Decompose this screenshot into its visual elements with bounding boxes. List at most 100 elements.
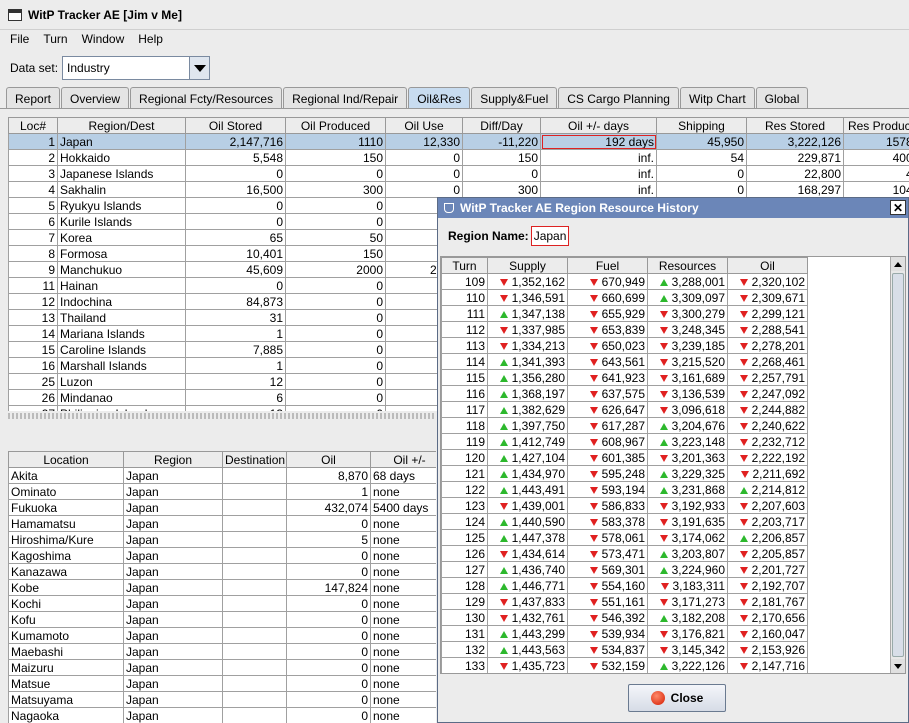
location-table-row[interactable]: Matsuyama Japan 0 none <box>8 691 436 708</box>
tab-global[interactable]: Global <box>755 87 809 109</box>
menu-file[interactable]: File <box>10 32 29 46</box>
history-scrollbar[interactable] <box>890 257 905 673</box>
region-col-header[interactable]: Region/Dest <box>57 117 186 134</box>
region-col-header[interactable]: Res Produced <box>843 117 909 134</box>
tab-report[interactable]: Report <box>6 87 61 109</box>
history-table-row[interactable]: 121 1,434,970 595,248 3,229,325 2,211,692 <box>441 465 808 482</box>
menu-help[interactable]: Help <box>138 32 163 46</box>
menu-window[interactable]: Window <box>82 32 125 46</box>
tab-overview[interactable]: Overview <box>61 87 130 109</box>
history-value-cell: 1,446,771 <box>487 577 568 594</box>
history-table-row[interactable]: 112 1,337,985 653,839 3,248,345 2,288,541 <box>441 321 808 338</box>
location-col-header[interactable]: Oil +/- <box>370 451 436 468</box>
history-table-row[interactable]: 111 1,347,138 655,929 3,300,279 2,299,121 <box>441 305 808 322</box>
dataset-select[interactable]: Industry <box>62 56 211 80</box>
history-table-row[interactable]: 131 1,443,299 539,934 3,176,821 2,160,047 <box>441 625 808 642</box>
history-col-header[interactable]: Oil <box>727 257 808 274</box>
arrow-up-icon <box>659 438 668 446</box>
history-table-row[interactable]: 123 1,439,001 586,833 3,192,933 2,207,603 <box>441 497 808 514</box>
location-table-row[interactable]: Kagoshima Japan 0 none <box>8 547 436 564</box>
tab-regional-fcty[interactable]: Regional Fcty/Resources <box>130 87 283 109</box>
history-value: 3,300,279 <box>671 306 725 321</box>
close-icon[interactable]: ✕ <box>890 200 906 215</box>
history-table-row[interactable]: 128 1,446,771 554,160 3,183,311 2,192,707 <box>441 577 808 594</box>
history-table-row[interactable]: 117 1,382,629 626,647 3,096,618 2,244,882 <box>441 401 808 418</box>
location-table-row[interactable]: Akita Japan 8,870 68 days <box>8 467 436 484</box>
region-col-header[interactable]: Oil +/- days <box>540 117 657 134</box>
scroll-thumb[interactable] <box>892 273 904 657</box>
region-col-header[interactable]: Loc# <box>8 117 58 134</box>
region-table-row[interactable]: 1 Japan 2,147,716 1110 12,330 -11,220 192 days… <box>8 133 909 150</box>
history-col-header[interactable]: Fuel <box>567 257 648 274</box>
history-table-row[interactable]: 118 1,397,750 617,287 3,204,676 2,240,622 <box>441 417 808 434</box>
history-col-header[interactable]: Turn <box>441 257 488 274</box>
tab-regional-ind[interactable]: Regional Ind/Repair <box>283 87 408 109</box>
history-table-row[interactable]: 122 1,443,491 593,194 3,231,868 2,214,812 <box>441 481 808 498</box>
history-table-row[interactable]: 130 1,432,761 546,392 3,182,208 2,170,656 <box>441 609 808 626</box>
split-divider[interactable] <box>8 413 436 419</box>
history-value: 3,224,960 <box>671 562 725 577</box>
history-table-row[interactable]: 133 1,435,723 532,159 3,222,126 2,147,716 <box>441 657 808 673</box>
tab-oil-res[interactable]: Oil&Res <box>408 87 471 109</box>
region-table-cell: 0 <box>185 277 286 294</box>
scroll-down-icon[interactable] <box>891 659 905 673</box>
region-col-header[interactable]: Oil Stored <box>185 117 286 134</box>
region-col-header[interactable]: Shipping <box>656 117 747 134</box>
location-table-row[interactable]: Matsue Japan 0 none <box>8 675 436 692</box>
location-col-header[interactable]: Destination <box>222 451 287 468</box>
history-table-row[interactable]: 129 1,437,833 551,161 3,171,273 2,181,767 <box>441 593 808 610</box>
history-table-row[interactable]: 132 1,443,563 534,837 3,145,342 2,153,926 <box>441 641 808 658</box>
tab-supply-fuel[interactable]: Supply&Fuel <box>471 87 558 109</box>
location-table-row[interactable]: Maebashi Japan 0 none <box>8 643 436 660</box>
location-table-cell: Matsuyama <box>8 691 124 708</box>
location-table-row[interactable]: Kochi Japan 0 none <box>8 595 436 612</box>
location-table-cell: 0 <box>286 563 371 580</box>
history-table-row[interactable]: 113 1,334,213 650,023 3,239,185 2,278,201 <box>441 337 808 354</box>
location-table-row[interactable]: Kumamoto Japan 0 none <box>8 627 436 644</box>
menu-turn[interactable]: Turn <box>43 32 67 46</box>
location-table-row[interactable]: Kobe Japan 147,824 none <box>8 579 436 596</box>
history-col-header[interactable]: Resources <box>647 257 728 274</box>
history-col-header[interactable]: Supply <box>487 257 568 274</box>
chevron-down-icon[interactable] <box>189 57 210 79</box>
history-table-row[interactable]: 115 1,356,280 641,923 3,161,689 2,257,791 <box>441 369 808 386</box>
history-value-cell: 2,309,671 <box>727 289 808 306</box>
history-table-row[interactable]: 126 1,434,614 573,471 3,203,807 2,205,857 <box>441 545 808 562</box>
region-table-row[interactable]: 3Japanese Islands0000inf.022,800400 <box>8 165 909 182</box>
history-table-row[interactable]: 109 1,352,162 670,949 3,288,001 2,320,102 <box>441 273 808 290</box>
location-col-header[interactable]: Location <box>8 451 124 468</box>
tab-witp-chart[interactable]: Witp Chart <box>679 87 755 109</box>
tab-cs-cargo[interactable]: CS Cargo Planning <box>558 87 679 109</box>
location-table-row[interactable]: Ominato Japan 1 none <box>8 483 436 500</box>
close-button[interactable]: Close <box>628 684 726 712</box>
location-table-row[interactable]: Kanazawa Japan 0 none <box>8 563 436 580</box>
history-table-row[interactable]: 119 1,412,749 608,967 3,223,148 2,232,712 <box>441 433 808 450</box>
history-table-row[interactable]: 114 1,341,393 643,561 3,215,520 2,268,461 <box>441 353 808 370</box>
scroll-up-icon[interactable] <box>891 257 905 271</box>
region-col-header[interactable]: Oil Use <box>385 117 463 134</box>
region-col-header[interactable]: Res Stored <box>746 117 844 134</box>
history-table-row[interactable]: 124 1,440,590 583,378 3,191,635 2,203,717 <box>441 513 808 530</box>
location-table-row[interactable]: Fukuoka Japan 432,074 5400 days <box>8 499 436 516</box>
region-table-row[interactable]: 4Sakhalin16,5003000300inf.0168,29710400 <box>8 181 909 198</box>
region-table-cell: 11 <box>8 277 58 294</box>
region-col-header[interactable]: Oil Produced <box>285 117 386 134</box>
history-table-row[interactable]: 110 1,346,591 660,699 3,309,097 2,309,671 <box>441 289 808 306</box>
history-value: 554,160 <box>601 578 645 593</box>
location-table-row[interactable]: Maizuru Japan 0 none <box>8 659 436 676</box>
location-table-row[interactable]: Kofu Japan 0 none <box>8 611 436 628</box>
region-table-row[interactable]: 2Hokkaido5,5481500150inf.54229,87140000 <box>8 149 909 166</box>
history-table-row[interactable]: 120 1,427,104 601,385 3,201,363 2,222,192 <box>441 449 808 466</box>
history-value-cell: 573,471 <box>567 545 648 562</box>
location-table-cell <box>222 483 287 500</box>
history-table-row[interactable]: 125 1,447,378 578,061 3,174,062 2,206,857 <box>441 529 808 546</box>
location-table-row[interactable]: Hiroshima/Kure Japan 5 none <box>8 531 436 548</box>
history-table-row[interactable]: 116 1,368,197 637,575 3,136,539 2,247,092 <box>441 385 808 402</box>
history-table-row[interactable]: 127 1,436,740 569,301 3,224,960 2,201,727 <box>441 561 808 578</box>
location-table-cell: none <box>370 675 436 692</box>
location-table-row[interactable]: Hamamatsu Japan 0 none <box>8 515 436 532</box>
location-col-header[interactable]: Oil <box>286 451 371 468</box>
region-col-header[interactable]: Diff/Day <box>462 117 541 134</box>
location-col-header[interactable]: Region <box>123 451 223 468</box>
location-table-row[interactable]: Nagaoka Japan 0 none <box>8 707 436 723</box>
